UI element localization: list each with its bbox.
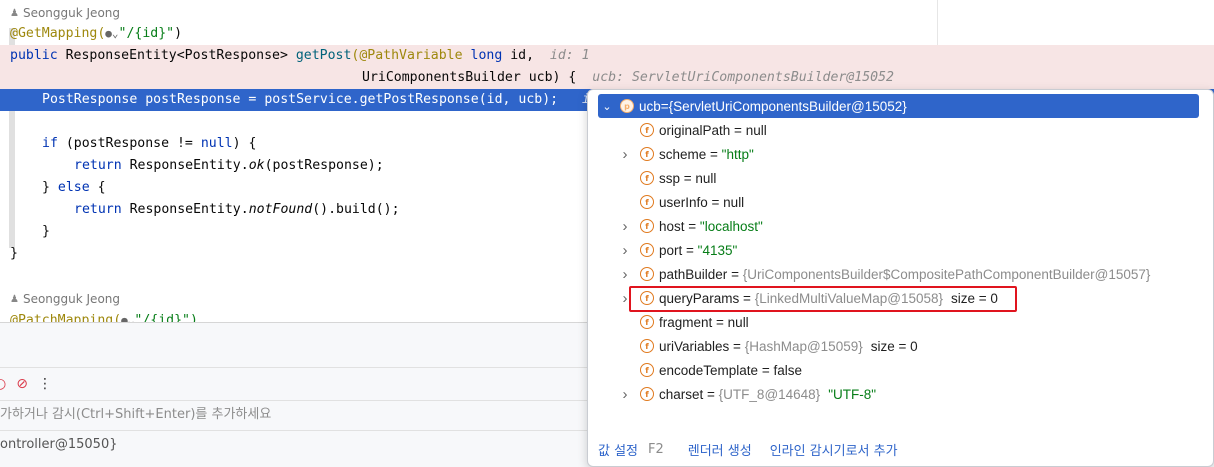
annotation: @GetMapping xyxy=(10,26,98,41)
variable-inspector-popup: ⌄ p ucb = {ServletUriComponentsBuilder@1… xyxy=(587,89,1214,467)
tree-row-ssp[interactable]: f ssp = null xyxy=(588,166,1213,190)
person-icon: ♟ xyxy=(10,7,19,19)
variable-value: {ServletUriComponentsBuilder@15052} xyxy=(668,98,907,114)
code-line-1: @GetMapping(●⌄"/{id}") xyxy=(0,23,1214,45)
debug-toolbar: ○ ⊘ ⋮ xyxy=(0,373,52,395)
person-icon: ♟ xyxy=(10,293,19,305)
field-name: uriVariables xyxy=(659,338,730,354)
inline-value-hint: id: 1 xyxy=(549,48,590,63)
parameter-icon: p xyxy=(620,99,634,113)
field-value: "localhost" xyxy=(699,218,763,234)
field-value: null xyxy=(695,170,717,186)
tree-row-fragment[interactable]: f fragment = null xyxy=(588,310,1213,334)
field-value: null xyxy=(727,314,749,330)
method-name: getPost xyxy=(295,48,352,63)
field-icon: f xyxy=(640,267,654,281)
field-name: charset xyxy=(659,386,704,402)
tree-row-urivariables[interactable]: f uriVariables = {HashMap@15059} size = 0 xyxy=(588,334,1213,358)
field-icon: f xyxy=(640,123,654,137)
field-name: ssp xyxy=(659,170,681,186)
chevron-right-icon[interactable]: › xyxy=(618,266,632,283)
shortcut-hint: F2 xyxy=(648,441,664,457)
chevron-right-icon[interactable]: › xyxy=(618,386,632,403)
field-name: fragment xyxy=(659,314,713,330)
field-name: pathBuilder xyxy=(659,266,728,282)
tree-row-scheme[interactable]: › f scheme = "http" xyxy=(588,142,1213,166)
field-name: userInfo xyxy=(659,194,708,210)
chevron-right-icon[interactable]: › xyxy=(618,146,632,163)
field-extra: "UTF-8" xyxy=(828,386,877,402)
field-value: {UTF_8@14648} xyxy=(718,386,821,402)
field-name: port xyxy=(659,242,683,258)
highlight-box xyxy=(629,286,1017,312)
field-icon: f xyxy=(640,339,654,353)
chevron-right-icon[interactable]: › xyxy=(618,218,632,235)
tree-row-userinfo[interactable]: f userInfo = null xyxy=(588,190,1213,214)
set-value-link[interactable]: 값 설정 xyxy=(598,440,638,459)
field-name: encodeTemplate xyxy=(659,362,759,378)
field-value: null xyxy=(745,122,767,138)
tree-row-ucb[interactable]: ⌄ p ucb = {ServletUriComponentsBuilder@1… xyxy=(598,94,1199,118)
field-value: {HashMap@15059} xyxy=(744,338,863,354)
more-icon[interactable]: ⋮ xyxy=(38,376,52,392)
field-value: null xyxy=(723,194,745,210)
variable-name: ucb xyxy=(639,98,661,114)
chevron-down-icon[interactable]: ⌄ xyxy=(600,100,614,113)
code-line-3: UriComponentsBuilder ucb) { ucb: Servlet… xyxy=(0,67,1214,89)
field-name: scheme xyxy=(659,146,707,162)
field-icon: f xyxy=(640,147,654,161)
mute-breakpoints-icon[interactable]: ⊘ xyxy=(16,376,28,392)
field-icon: f xyxy=(640,195,654,209)
chevron-right-icon[interactable]: › xyxy=(618,242,632,259)
add-inline-watch-link[interactable]: 인라인 감시기로서 추가 xyxy=(770,440,898,459)
frame-item[interactable]: ontroller@15050} xyxy=(0,434,118,456)
breakpoint-icon[interactable]: ○ xyxy=(0,376,6,392)
code-author-hint[interactable]: ♟ Seongguk Jeong xyxy=(10,4,120,22)
field-value: "http" xyxy=(721,146,754,162)
popup-footer: 값 설정 F2 렌더러 생성 인라인 감시기로서 추가 xyxy=(598,439,898,459)
tree-row-host[interactable]: › f host = "localhost" xyxy=(588,214,1213,238)
tree-row-pathbuilder[interactable]: › f pathBuilder = {UriComponentsBuilder$Co… xyxy=(588,262,1213,286)
create-renderer-link[interactable]: 렌더러 생성 xyxy=(688,440,752,459)
field-name: host xyxy=(659,218,685,234)
path-string: "/{id}" xyxy=(118,26,175,41)
code-line-2: public ResponseEntity<PostResponse> getP… xyxy=(0,45,1214,67)
field-icon: f xyxy=(640,171,654,185)
globe-icon[interactable]: ●⌄ xyxy=(121,314,134,322)
field-value: "4135" xyxy=(697,242,738,258)
field-value: {UriComponentsBuilder$CompositePathCompo… xyxy=(742,266,1151,282)
field-value: false xyxy=(773,362,802,378)
globe-icon[interactable]: ●⌄ xyxy=(105,27,118,40)
field-extra: size = 0 xyxy=(870,338,918,354)
inline-value-hint: ucb: ServletUriComponentsBuilder@15052 xyxy=(592,70,894,85)
field-name: originalPath xyxy=(659,122,731,138)
field-icon: f xyxy=(640,243,654,257)
field-icon: f xyxy=(640,387,654,401)
field-icon: f xyxy=(640,315,654,329)
code-author-hint[interactable]: ♟ Seongguk Jeong xyxy=(10,290,120,308)
tree-row-port[interactable]: › f port = "4135" xyxy=(588,238,1213,262)
tree-row-originalpath[interactable]: f originalPath = null xyxy=(588,118,1213,142)
watch-expression-input[interactable]: 가하거나 감시(Ctrl+Shift+Enter)를 추가하세요 xyxy=(0,403,271,427)
tree-row-encodetemplate[interactable]: f encodeTemplate = false xyxy=(588,358,1213,382)
tree-row-charset[interactable]: › f charset = {UTF_8@14648} "UTF-8" xyxy=(588,382,1213,406)
field-icon: f xyxy=(640,219,654,233)
field-icon: f xyxy=(640,363,654,377)
